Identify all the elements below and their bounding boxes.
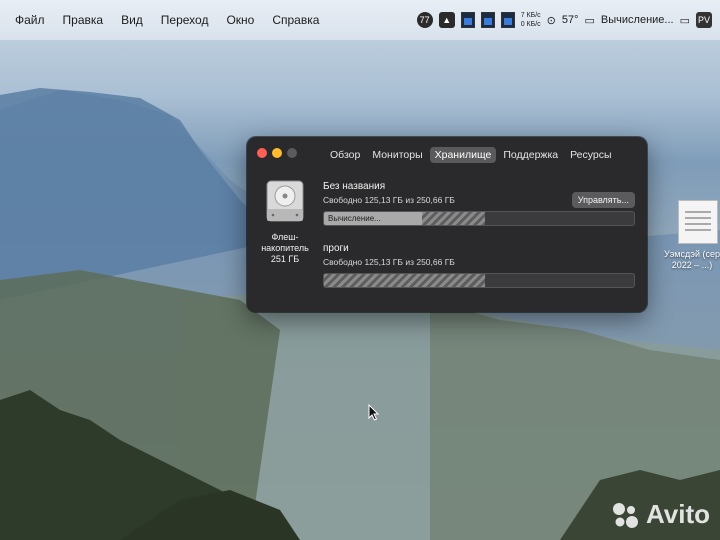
battery-status[interactable]: Вычисление... (601, 14, 674, 26)
battery-icon: ▭ (584, 14, 595, 27)
window-controls (257, 148, 297, 158)
desktop-file-label-line2: 2022 – ...) (671, 260, 713, 270)
zoom-button[interactable] (287, 148, 297, 158)
volume-name: Без названия (323, 181, 386, 192)
drive-caption-line2: накопитель (261, 243, 309, 253)
menu-left: Файл Правка Вид Переход Окно Справка (0, 13, 328, 27)
network-stats[interactable]: 7 КБ/с 0 КБ/с (521, 11, 541, 29)
desktop-file-label[interactable]: Уэмсдэй (сери 2022 – ...) (664, 249, 720, 271)
status-area: 77 ▲ 7 КБ/с 0 КБ/с ⊙ 57° ▭ Вычисление...… (416, 0, 720, 40)
volume-name: проги (323, 243, 349, 254)
manage-button[interactable]: Управлять... (571, 192, 635, 208)
desktop-file-label-line1: Уэмсдэй (сери (664, 249, 720, 259)
storage-bar-used (422, 212, 485, 225)
network-down: 0 КБ/с (520, 21, 541, 28)
avito-logo-icon (612, 502, 638, 528)
user-badge[interactable]: PV (696, 12, 712, 28)
temperature-readout[interactable]: 57° (562, 14, 579, 26)
tab-resources[interactable]: Ресурсы (565, 147, 616, 163)
display-icon[interactable]: ▭ (680, 14, 690, 27)
menu-view[interactable]: Вид (112, 13, 152, 27)
about-this-mac-window: Обзор Мониторы Хранилище Поддержка Ресур… (247, 137, 647, 312)
disk-graph-icon[interactable] (500, 12, 515, 28)
menu-file[interactable]: Файл (6, 13, 54, 27)
menu-go[interactable]: Переход (152, 13, 218, 27)
drive-status-icon[interactable]: ▲ (438, 12, 455, 28)
badge-a-icon[interactable]: 77 (416, 12, 433, 28)
window-titlebar: Обзор Мониторы Хранилище Поддержка Ресур… (247, 137, 647, 171)
close-button[interactable] (257, 148, 267, 158)
sensor-icon: ⊙ (546, 14, 556, 27)
drive-caption: Флеш- накопитель 251 ГБ (255, 232, 315, 265)
menu-window[interactable]: Окно (217, 13, 263, 27)
menu-bar: Файл Правка Вид Переход Окно Справка 77 … (0, 0, 720, 40)
drive-caption-line3: 251 ГБ (270, 254, 300, 264)
tab-storage[interactable]: Хранилище (429, 147, 497, 163)
volume-row: проги Свободно 125,13 ГБ из 250,66 ГБ (323, 243, 635, 288)
menu-edit[interactable]: Правка (54, 13, 113, 27)
storage-bar (323, 273, 635, 288)
tab-bar: Обзор Мониторы Хранилище Поддержка Ресур… (325, 147, 617, 163)
watermark-text: Avito (645, 499, 710, 529)
tab-support[interactable]: Поддержка (498, 147, 563, 163)
cpu-graph-icon[interactable] (460, 12, 475, 28)
tab-displays[interactable]: Мониторы (367, 147, 427, 163)
flash-drive-icon (266, 180, 304, 222)
memory-graph-icon[interactable] (480, 12, 495, 28)
tab-overview[interactable]: Обзор (325, 147, 365, 163)
network-up: 7 КБ/с (520, 12, 541, 19)
avito-watermark: Avito (610, 499, 710, 530)
storage-bar-calculating: Вычисление... (324, 212, 422, 225)
mouse-cursor-icon (368, 404, 380, 421)
minimize-button[interactable] (272, 148, 282, 158)
desktop-file-icon[interactable] (678, 200, 718, 244)
volume-free: Свободно 125,13 ГБ из 250,66 ГБ (323, 257, 455, 267)
menu-help[interactable]: Справка (263, 13, 328, 27)
storage-bar: Вычисление... (323, 211, 635, 226)
drive-caption-line1: Флеш- (271, 232, 299, 242)
storage-bar-used (324, 274, 485, 287)
